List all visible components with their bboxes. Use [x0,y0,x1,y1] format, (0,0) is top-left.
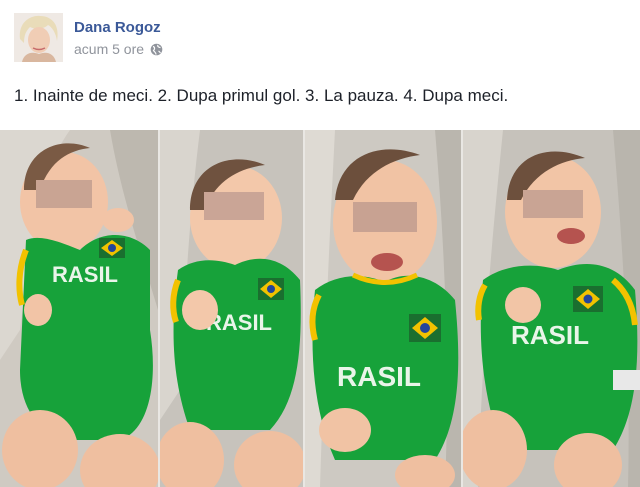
photo-panel-1: RASIL [0,130,158,487]
post-meta: acum 5 ore [74,41,163,57]
photo-panel-3: RASIL [305,130,461,487]
post-photo[interactable]: RASIL RASIL RASIL RASIL [0,130,640,487]
post-timestamp[interactable]: acum 5 ore [74,41,144,57]
avatar-image [14,13,63,62]
globe-icon[interactable] [150,43,163,56]
panel-4-shirt-text: RASIL [511,320,589,350]
panel-3-shirt-text: RASIL [337,361,421,392]
photo-panel-2: RASIL [160,130,303,487]
photo-panel-4: RASIL [463,130,640,487]
facebook-post: Dana Rogoz acum 5 ore 1. Inainte de meci… [0,0,640,487]
author-name-link[interactable]: Dana Rogoz [74,19,161,36]
post-text: 1. Inainte de meci. 2. Dupa primul gol. … [14,86,509,105]
author-avatar[interactable] [14,13,63,62]
panel-1-shirt-text: RASIL [52,262,118,287]
